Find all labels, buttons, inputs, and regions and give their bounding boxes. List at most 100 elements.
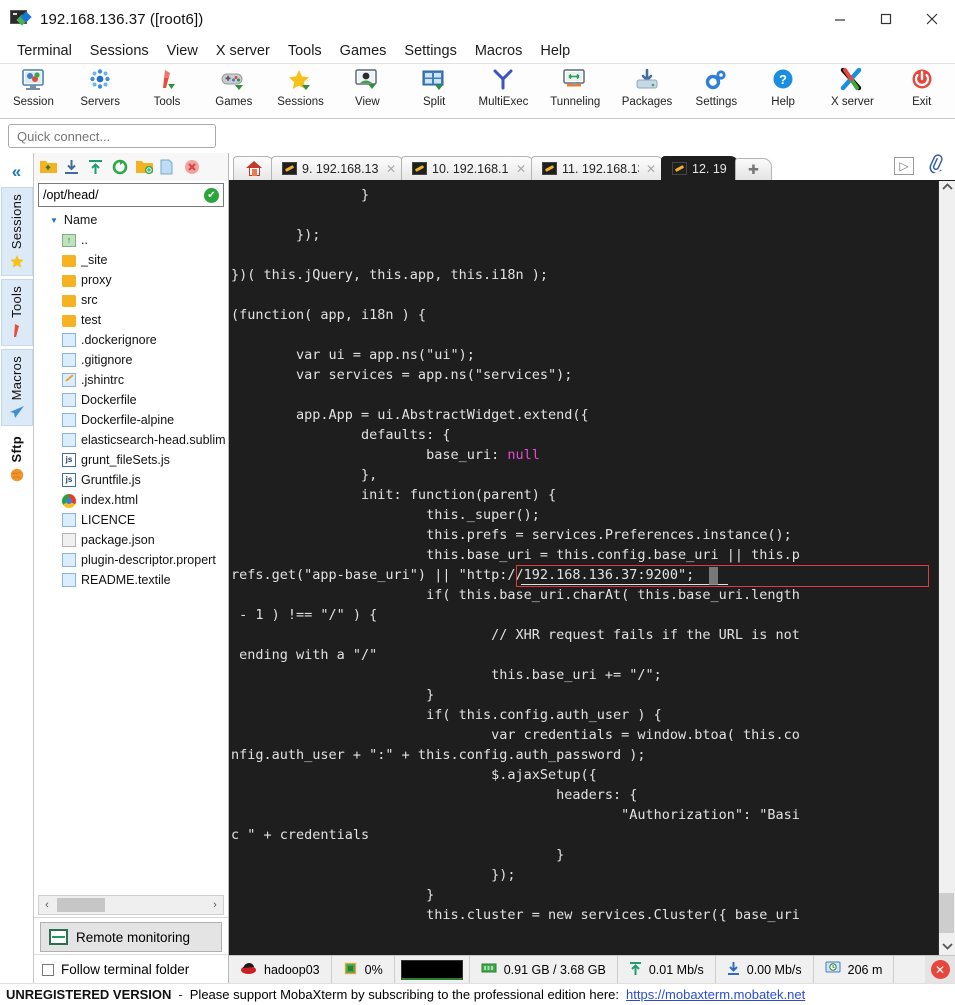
list-item[interactable]: proxy: [34, 270, 228, 290]
toolbar-settings[interactable]: Settings: [683, 66, 750, 108]
footer-link[interactable]: https://mobaxterm.mobatek.net: [626, 987, 805, 1002]
toolbar-split[interactable]: Split: [401, 66, 468, 108]
scroll-right-icon[interactable]: ›: [207, 899, 223, 911]
quick-connect-input[interactable]: [8, 124, 216, 148]
menu-macros[interactable]: Macros: [466, 41, 532, 61]
rail-collapse-button[interactable]: «: [12, 157, 21, 187]
toolbar-tunneling[interactable]: Tunneling: [539, 66, 611, 108]
toolbar-games[interactable]: Games: [200, 66, 267, 108]
menu-terminal[interactable]: Terminal: [8, 41, 81, 61]
scroll-up-icon[interactable]: [941, 183, 953, 194]
scroll-left-icon[interactable]: ‹: [39, 899, 55, 911]
toolbar-sessions[interactable]: Sessions: [267, 66, 334, 108]
menu-xserver[interactable]: X server: [207, 41, 279, 61]
list-item[interactable]: js grunt_fileSets.js: [34, 450, 228, 470]
scrollbar-thumb[interactable]: [939, 893, 954, 933]
terminal-scrollbar[interactable]: [938, 181, 955, 955]
scroll-down-icon[interactable]: [941, 942, 953, 953]
menu-help[interactable]: Help: [531, 41, 579, 61]
paperclip-icon[interactable]: [925, 153, 948, 179]
sftp-path-bar[interactable]: /opt/head/ ✔: [38, 183, 224, 207]
tty-line: headers: {: [231, 787, 638, 803]
follow-terminal-folder-checkbox[interactable]: [42, 963, 54, 976]
tab-close-icon[interactable]: ✕: [646, 162, 656, 176]
menu-settings[interactable]: Settings: [395, 41, 465, 61]
delete-icon[interactable]: [184, 159, 201, 176]
tab-session-12[interactable]: 12. 19: [661, 156, 739, 180]
toolbar-xserver[interactable]: X server: [817, 66, 889, 108]
close-button[interactable]: [909, 0, 955, 38]
list-item[interactable]: .gitignore: [34, 350, 228, 370]
up-folder-icon[interactable]: [40, 159, 57, 176]
sftp-horizontal-scrollbar[interactable]: ‹ ›: [38, 895, 224, 915]
list-item[interactable]: _site: [34, 250, 228, 270]
tab-close-icon[interactable]: ✕: [386, 162, 396, 176]
status-memory[interactable]: 0.91 GB / 3.68 GB: [470, 956, 618, 983]
tab-session-10[interactable]: 10. 192.168.13 ✕: [401, 156, 535, 180]
status-upload[interactable]: 0.01 Mb/s: [618, 956, 716, 983]
rail-label-sftp: Sftp: [9, 436, 24, 463]
list-item[interactable]: LICENCE: [34, 510, 228, 530]
sftp-file-list[interactable]: ↑.. _site proxy src test .dockerignore .…: [34, 230, 228, 893]
refresh-icon[interactable]: [112, 159, 129, 176]
list-item[interactable]: ↑..: [34, 230, 228, 250]
status-cpu[interactable]: 0%: [332, 956, 395, 983]
rail-item-sessions[interactable]: Sessions: [0, 187, 33, 277]
tab-session-11[interactable]: 11. 192.168.13 ✕: [531, 156, 665, 180]
list-item[interactable]: index.html: [34, 490, 228, 510]
menu-games[interactable]: Games: [331, 41, 396, 61]
list-item[interactable]: elasticsearch-head.sublim: [34, 430, 228, 450]
toolbar-exit[interactable]: Exit: [888, 66, 955, 108]
tab-home[interactable]: [233, 156, 275, 180]
status-host[interactable]: hadoop03: [229, 956, 332, 983]
rail-item-tools[interactable]: Tools: [0, 279, 33, 347]
list-item[interactable]: js Gruntfile.js: [34, 470, 228, 490]
toolbar-servers[interactable]: Servers: [67, 66, 134, 108]
ram-icon: [481, 962, 497, 978]
list-item[interactable]: .jshintrc: [34, 370, 228, 390]
list-item[interactable]: Dockerfile: [34, 390, 228, 410]
menu-sessions[interactable]: Sessions: [81, 41, 158, 61]
js-file-icon: js: [62, 452, 76, 468]
play-button[interactable]: ▷: [894, 157, 914, 175]
tab-session-9[interactable]: 9. 192.168.136 ✕: [271, 156, 405, 180]
list-item[interactable]: plugin-descriptor.propert: [34, 550, 228, 570]
menu-tools[interactable]: Tools: [279, 41, 331, 61]
list-item[interactable]: .dockerignore: [34, 330, 228, 350]
new-tab-button[interactable]: ✚: [735, 158, 772, 180]
status-latency[interactable]: 206 m: [814, 956, 895, 983]
toolbar-tools[interactable]: Tools: [134, 66, 201, 108]
toolbar-help[interactable]: ? Help: [750, 66, 817, 108]
list-item[interactable]: src: [34, 290, 228, 310]
status-cpu-graph[interactable]: [395, 956, 470, 983]
scroll-thumb[interactable]: [57, 898, 105, 912]
key-icon: [412, 162, 427, 175]
terminal-view[interactable]: } }); })( this.jQuery, this.app, this.i1…: [229, 181, 955, 955]
maximize-button[interactable]: [863, 0, 909, 38]
list-item[interactable]: README.textile: [34, 570, 228, 590]
new-file-icon[interactable]: [160, 159, 177, 176]
file-icon: [62, 352, 76, 368]
tab-close-icon[interactable]: ✕: [516, 162, 526, 176]
status-download[interactable]: 0.00 Mb/s: [716, 956, 814, 983]
terminal-column: 9. 192.168.136 ✕ 10. 192.168.13 ✕ 11. 19…: [229, 153, 955, 983]
rail-item-sftp[interactable]: Sftp: [0, 429, 33, 489]
mobaxterm-window: 192.168.136.37 ([root6]) Terminal Sessio…: [0, 0, 955, 1005]
upload-icon[interactable]: [88, 159, 105, 176]
list-item[interactable]: Dockerfile-alpine: [34, 410, 228, 430]
toolbar-session[interactable]: Session: [0, 66, 67, 108]
toolbar-multiexec[interactable]: MultiExec: [468, 66, 540, 108]
list-item[interactable]: test: [34, 310, 228, 330]
list-item[interactable]: package.json: [34, 530, 228, 550]
remote-monitoring-button[interactable]: Remote monitoring: [40, 922, 222, 952]
toolbar-view[interactable]: View: [334, 66, 401, 108]
rail-item-macros[interactable]: Macros: [0, 349, 33, 427]
new-folder-icon[interactable]: [136, 159, 154, 176]
download-icon[interactable]: [64, 159, 81, 176]
sftp-column-header[interactable]: ▼ Name: [34, 210, 228, 230]
minimize-button[interactable]: [817, 0, 863, 38]
toolbar-packages[interactable]: Packages: [611, 66, 683, 108]
status-close-button[interactable]: ✕: [925, 956, 955, 983]
menu-view[interactable]: View: [158, 41, 207, 61]
follow-terminal-folder-row[interactable]: Follow terminal folder: [34, 954, 228, 983]
